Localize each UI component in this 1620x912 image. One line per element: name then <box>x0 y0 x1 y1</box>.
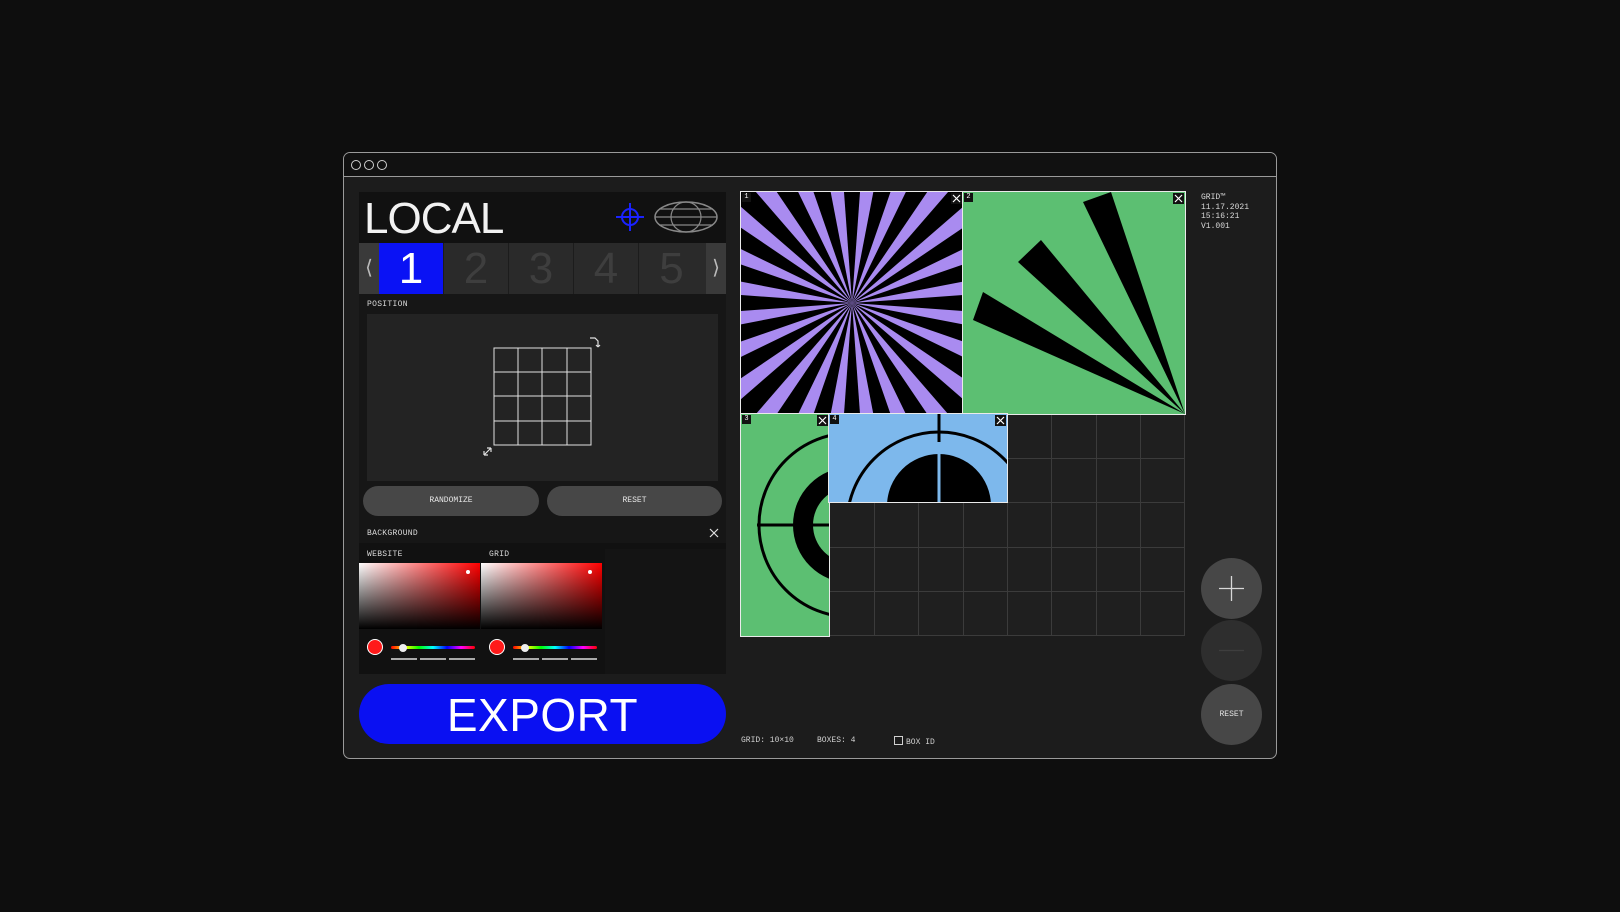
title-bar <box>344 153 1276 177</box>
website-color-swatch[interactable] <box>367 639 383 655</box>
reset-position-button[interactable]: RESET <box>547 486 722 516</box>
tab-bar: ⟨ 1 2 3 4 5 ⟩ <box>359 243 726 294</box>
close-icon[interactable] <box>709 528 719 538</box>
box-id-label: BOX ID <box>906 738 935 747</box>
box-id-badge: 2 <box>964 193 973 202</box>
tab-prev-button[interactable]: ⟨ <box>359 243 379 294</box>
rings-pattern <box>757 434 829 616</box>
randomize-button[interactable]: RANDOMIZE <box>363 486 539 516</box>
close-icon[interactable] <box>1173 193 1184 204</box>
fan-pattern <box>973 192 1185 414</box>
meta-info: GRID™ 11.17.2021 15:16:21 V1.001 <box>1201 193 1249 231</box>
add-box-button[interactable] <box>1201 558 1262 619</box>
website-color-picker[interactable] <box>359 563 480 629</box>
grid-color-picker[interactable] <box>481 563 602 629</box>
remove-box-button[interactable] <box>1201 620 1262 681</box>
website-color-label: WEBSITE <box>367 550 403 559</box>
reset-canvas-button[interactable]: RESET <box>1201 684 1262 745</box>
date-stamp: 11.17.2021 <box>1201 202 1250 212</box>
maximize-window-button[interactable] <box>377 160 387 170</box>
box-id-badge: 3 <box>742 415 751 424</box>
grid-size-status: GRID: 10×10 <box>741 736 794 745</box>
color-picker-handle[interactable] <box>588 570 592 574</box>
tab-2[interactable]: 2 <box>444 243 509 294</box>
grid-box-4[interactable]: 4 <box>828 413 1008 503</box>
grid-color-label: GRID <box>489 550 510 559</box>
export-button[interactable]: EXPORT <box>359 684 726 744</box>
minimize-window-button[interactable] <box>364 160 374 170</box>
website-value-bar <box>391 658 475 660</box>
position-grid-preview[interactable] <box>482 334 612 469</box>
grid-color-swatch[interactable] <box>489 639 505 655</box>
close-icon[interactable] <box>817 415 828 426</box>
plus-icon <box>1219 576 1244 601</box>
grid-hue-handle[interactable] <box>521 644 529 652</box>
settings-panel: POSITION RANDOMIZE RESET BACKGROUND WEBS… <box>359 294 726 674</box>
tab-5[interactable]: 5 <box>639 243 704 294</box>
app-window: LOCAL ⟨ 1 2 3 4 5 ⟩ POSITION RANDOMIZE R… <box>343 152 1277 759</box>
tab-1[interactable]: 1 <box>379 243 444 294</box>
app-name: GRID™ <box>1201 193 1226 202</box>
tab-next-button[interactable]: ⟩ <box>706 243 726 294</box>
version-label: V1.001 <box>1201 221 1230 231</box>
tab-3[interactable]: 3 <box>509 243 574 294</box>
position-area <box>367 314 718 481</box>
empty-color-slot <box>605 549 726 674</box>
color-picker-handle[interactable] <box>466 570 470 574</box>
tab-4[interactable]: 4 <box>574 243 639 294</box>
grid-canvas[interactable]: 1 2 3 4 <box>740 191 1186 637</box>
grid-box-2[interactable]: 2 <box>962 191 1186 415</box>
box-count-status: BOXES: 4 <box>817 736 856 745</box>
website-hue-handle[interactable] <box>399 644 407 652</box>
minus-icon <box>1219 649 1244 652</box>
arch-pattern <box>848 414 1007 502</box>
crosshair-icon[interactable] <box>615 202 645 232</box>
grid-value-bar <box>513 658 597 660</box>
box-id-toggle[interactable]: BOX ID <box>894 736 935 747</box>
close-icon[interactable] <box>951 193 962 204</box>
background-label: BACKGROUND <box>367 529 419 538</box>
box-id-badge: 1 <box>742 193 751 202</box>
globe-icon[interactable] <box>653 200 719 234</box>
starburst-pattern <box>741 192 963 414</box>
grid-box-1[interactable]: 1 <box>740 191 964 415</box>
checkbox[interactable] <box>894 736 903 745</box>
box-id-badge: 4 <box>830 415 839 424</box>
position-label: POSITION <box>367 300 408 309</box>
page-title: LOCAL <box>364 194 504 243</box>
time-stamp: 15:16:21 <box>1201 212 1240 221</box>
panel-header: LOCAL <box>359 192 726 243</box>
grid-box-3[interactable]: 3 <box>740 413 830 637</box>
close-window-button[interactable] <box>351 160 361 170</box>
close-icon[interactable] <box>995 415 1006 426</box>
